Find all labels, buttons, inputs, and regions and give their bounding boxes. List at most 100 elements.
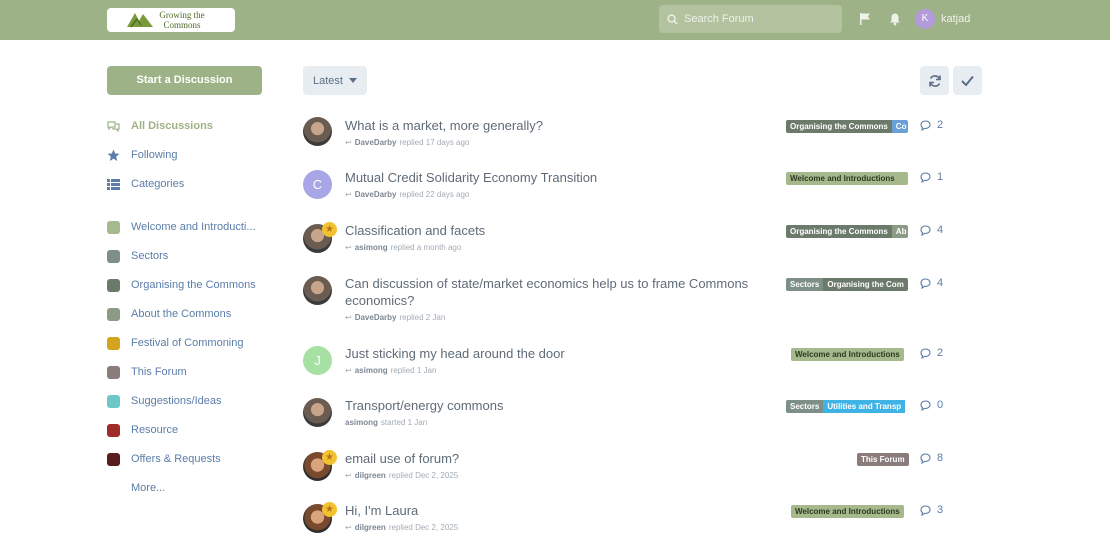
comment-icon [920, 277, 931, 289]
tag-festival[interactable]: Festival of Commoning [107, 335, 244, 351]
tag-sectors[interactable]: Sectors [107, 248, 168, 264]
discussion-row[interactable]: C Mutual Credit Solidarity Economy Trans… [303, 169, 963, 209]
sort-dropdown[interactable]: Latest [303, 66, 367, 95]
meta-user[interactable]: DaveDarby [355, 138, 397, 147]
tag-resource[interactable]: Resource [107, 422, 178, 438]
discussion-meta: ↩ DaveDarby replied 22 days ago [345, 190, 469, 199]
nav-label: All Discussions [131, 120, 213, 132]
meta-user[interactable]: DaveDarby [355, 190, 397, 199]
discussion-title[interactable]: Just sticking my head around the door [345, 345, 765, 362]
sort-label: Latest [313, 74, 343, 87]
reply-count[interactable]: 1 [920, 171, 943, 183]
user-avatar[interactable]: K [915, 9, 935, 29]
author-avatar[interactable] [303, 398, 332, 427]
tag-label: Organising the Commons [131, 279, 256, 291]
author-avatar[interactable]: J [303, 346, 332, 375]
discussion-row[interactable]: ★ email use of forum? ↩ dilgreen replied… [303, 450, 963, 490]
discussion-row[interactable]: J Just sticking my head around the door … [303, 345, 963, 385]
discussion-meta: ↩ asimong replied 1 Jan [345, 366, 436, 375]
meta-user[interactable]: asimong [345, 418, 378, 427]
discussion-tags[interactable]: Sectors Utilities and Transp [786, 400, 908, 413]
moderator-star-badge: ★ [322, 222, 337, 237]
start-discussion-button[interactable]: Start a Discussion [107, 66, 262, 95]
discussion-tags[interactable]: Welcome and Introductions [791, 348, 904, 361]
discussion-row[interactable]: ★ Hi, I'm Laura ↩ dilgreen replied Dec 2… [303, 502, 963, 535]
tag-offers[interactable]: Offers & Requests [107, 451, 221, 467]
tag-label: Sectors [131, 250, 169, 262]
tag-badge[interactable]: Organising the Commons [786, 225, 892, 238]
bell-icon[interactable] [888, 12, 902, 26]
tag-badge[interactable]: Organising the Com [823, 278, 908, 291]
comment-icon [920, 119, 931, 131]
discussion-tags[interactable]: Organising the Commons Ab [786, 225, 908, 238]
tag-badge[interactable]: Ab [891, 225, 908, 238]
comment-icon [920, 224, 931, 236]
discussion-row[interactable]: Can discussion of state/market economics… [303, 275, 963, 327]
discussion-tags[interactable]: Sectors Organising the Com [786, 278, 908, 291]
tag-badge[interactable]: Organising the Commons [786, 120, 892, 133]
author-avatar[interactable] [303, 276, 332, 305]
tag-organising[interactable]: Organising the Commons [107, 277, 256, 293]
discussion-title[interactable]: Classification and facets [345, 222, 765, 239]
tag-this-forum[interactable]: This Forum [107, 364, 187, 380]
meta-action: started 1 Jan [380, 418, 428, 427]
meta-action: replied 2 Jan [399, 313, 446, 322]
tag-badge[interactable]: Co [891, 120, 908, 133]
tag-welcome[interactable]: Welcome and Introducti... [107, 219, 256, 235]
reply-count[interactable]: 8 [920, 452, 943, 464]
discussion-title[interactable]: email use of forum? [345, 450, 765, 467]
reply-count[interactable]: 2 [920, 119, 943, 131]
tag-badge[interactable]: This Forum [857, 453, 909, 466]
nav-label: Following [131, 149, 178, 161]
discussion-tags[interactable]: Welcome and Introductions [786, 172, 908, 185]
meta-user[interactable]: dilgreen [355, 471, 386, 480]
discussion-row[interactable]: What is a market, more generally? ↩ Dave… [303, 117, 963, 157]
discussion-title[interactable]: Transport/energy commons [345, 397, 765, 414]
moderator-star-badge: ★ [322, 450, 337, 465]
tag-label: This Forum [131, 366, 187, 378]
discussion-title[interactable]: Hi, I'm Laura [345, 502, 765, 519]
discussion-tags[interactable]: Organising the Commons Co [786, 120, 908, 133]
reply-count[interactable]: 3 [920, 504, 943, 516]
tag-badge[interactable]: Welcome and Introductions [786, 172, 908, 185]
discussion-title[interactable]: What is a market, more generally? [345, 117, 765, 134]
discussion-row[interactable]: Transport/energy commons asimong started… [303, 397, 963, 437]
discussion-tags[interactable]: This Forum [857, 453, 909, 466]
tag-badge[interactable]: Utilities and Transp [823, 400, 906, 413]
nav-all-discussions[interactable]: All Discussions [107, 118, 213, 134]
reply-count[interactable]: 2 [920, 347, 943, 359]
tag-suggestions[interactable]: Suggestions/Ideas [107, 393, 222, 409]
meta-user[interactable]: dilgreen [355, 523, 386, 532]
nav-following[interactable]: Following [107, 147, 177, 163]
mark-all-read-button[interactable] [953, 66, 982, 95]
discussion-title[interactable]: Mutual Credit Solidarity Economy Transit… [345, 169, 765, 186]
search-input[interactable]: Search Forum [659, 5, 842, 33]
tag-badge[interactable]: Sectors [786, 400, 824, 413]
meta-user[interactable]: asimong [355, 243, 388, 252]
nav-categories[interactable]: Categories [107, 176, 184, 192]
tag-badge[interactable]: Welcome and Introductions [791, 348, 904, 361]
reply-icon: ↩ [345, 313, 352, 322]
reply-count[interactable]: 4 [920, 224, 943, 236]
author-avatar[interactable] [303, 117, 332, 146]
tags-more-link[interactable]: More... [107, 480, 165, 496]
refresh-button[interactable] [920, 66, 949, 95]
discussion-tags[interactable]: Welcome and Introductions [791, 505, 904, 518]
site-logo[interactable]: Growing the Commons [107, 8, 235, 32]
flag-icon[interactable] [858, 12, 872, 26]
tag-about[interactable]: About the Commons [107, 306, 231, 322]
discussion-row[interactable]: ★ Classification and facets ↩ asimong re… [303, 222, 963, 262]
meta-user[interactable]: DaveDarby [355, 313, 397, 322]
caret-down-icon [348, 78, 357, 83]
tag-badge[interactable]: Sectors [786, 278, 824, 291]
tag-label: Resource [131, 424, 179, 436]
meta-user[interactable]: asimong [355, 366, 388, 375]
username[interactable]: katjad [941, 13, 970, 25]
author-avatar[interactable]: C [303, 170, 332, 199]
reply-count[interactable]: 0 [920, 399, 943, 411]
tag-badge[interactable]: Welcome and Introductions [791, 505, 904, 518]
meta-action: replied 22 days ago [399, 190, 470, 199]
reply-icon: ↩ [345, 471, 352, 480]
discussion-title[interactable]: Can discussion of state/market economics… [345, 275, 765, 309]
reply-count[interactable]: 4 [920, 277, 943, 289]
